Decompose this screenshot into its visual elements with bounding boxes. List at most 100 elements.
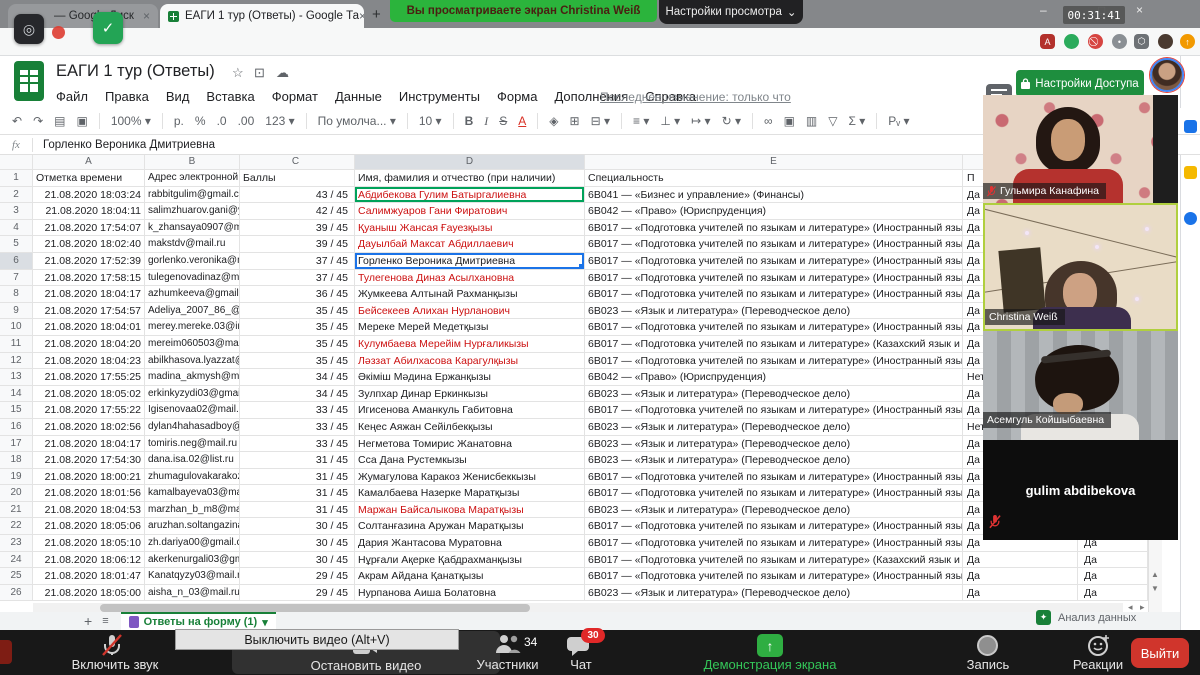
tasks-icon[interactable] <box>1184 212 1197 225</box>
cell-email[interactable]: akerkenurgali03@gmail.c <box>145 552 240 569</box>
cell-specialty[interactable]: 6B017 — «Подготовка учителей по языкам и… <box>585 336 963 353</box>
cell-name[interactable]: Зулпхар Динар Еркинкызы <box>355 386 585 403</box>
cell-timestamp[interactable]: 21.08.2020 18:02:56 <box>33 419 145 436</box>
cell-score[interactable]: 37 / 45 <box>240 270 355 287</box>
row-number[interactable]: 8 <box>0 286 33 303</box>
merge-cells-icon[interactable]: ⊟ ▾ <box>591 114 610 128</box>
scroll-down-icon[interactable]: ▼ <box>1151 584 1159 593</box>
cell-specialty[interactable]: 6B017 — «Подготовка учителей по языкам и… <box>585 485 963 502</box>
cell-name[interactable]: Кеңес Аяжан Сейілбекқызы <box>355 419 585 436</box>
row-number[interactable]: 19 <box>0 469 33 486</box>
cell-passed[interactable]: Да <box>963 552 1078 569</box>
row-number[interactable]: 18 <box>0 452 33 469</box>
cell-email[interactable]: madina_akmysh@mail.ru <box>145 369 240 386</box>
cell-timestamp[interactable]: 21.08.2020 18:04:53 <box>33 502 145 519</box>
borders-icon[interactable]: ⊞ <box>570 114 580 128</box>
menu-format[interactable]: Формат <box>272 89 318 104</box>
cell-name[interactable]: Дауылбай Максат Абдиллаевич <box>355 236 585 253</box>
row-number[interactable]: 16 <box>0 419 33 436</box>
cell-score[interactable]: 35 / 45 <box>240 336 355 353</box>
cell-name[interactable]: Қуаныш Жансая Ғауезқызы <box>355 220 585 237</box>
video-tile-gulmira[interactable]: Гульмира Канафина <box>983 95 1178 203</box>
shield-check-icon[interactable]: ✓ <box>93 12 123 44</box>
cell-email[interactable]: Kanatqyzy03@mail.ru <box>145 568 240 585</box>
tab-spreadsheet-active[interactable]: ЕАГИ 1 тур (Ответы) - Google Та × <box>160 4 364 28</box>
participants-button[interactable]: Участники <box>455 657 560 672</box>
cell-score[interactable]: 31 / 45 <box>240 469 355 486</box>
scrollbar-thumb[interactable] <box>100 604 530 612</box>
cell-specialty[interactable]: 6B017 — «Подготовка учителей по языкам и… <box>585 552 963 569</box>
record-icon[interactable] <box>977 635 998 656</box>
cell-timestamp[interactable]: 21.08.2020 18:05:02 <box>33 386 145 403</box>
cell-specialty[interactable]: 6B023 — «Язык и литература» (Переводческ… <box>585 386 963 403</box>
cell-specialty[interactable]: 6B017 — «Подготовка учителей по языкам и… <box>585 568 963 585</box>
corner-cell[interactable] <box>0 155 33 170</box>
column-header-A[interactable]: A <box>33 155 145 170</box>
cell-timestamp[interactable]: 21.08.2020 17:54:30 <box>33 452 145 469</box>
row-number[interactable]: 26 <box>0 585 33 602</box>
cell-name[interactable]: Акрам Айдана Қанатқызы <box>355 568 585 585</box>
cell-score[interactable]: 39 / 45 <box>240 220 355 237</box>
cell-name[interactable]: Кулумбаева Мерейім Нурғаликызы <box>355 336 585 353</box>
row-number[interactable]: 21 <box>0 502 33 519</box>
cell-name[interactable]: Камалбаева Назерке Маратқызы <box>355 485 585 502</box>
keep-icon[interactable] <box>1184 166 1197 179</box>
scroll-up-icon[interactable]: ▲ <box>1151 570 1159 579</box>
pin-extension-icon[interactable]: • <box>1112 34 1127 49</box>
cell-score[interactable]: 33 / 45 <box>240 402 355 419</box>
cell-timestamp[interactable]: 21.08.2020 18:06:12 <box>33 552 145 569</box>
cell-email[interactable]: gorlenko.veronika@mail.r <box>145 253 240 270</box>
cell-email[interactable]: Adeliya_2007_86_@mail. <box>145 303 240 320</box>
currency-icon[interactable]: р. <box>174 114 184 128</box>
cell-specialty[interactable]: 6B042 — «Право» (Юриспруденция) <box>585 369 963 386</box>
menu-view[interactable]: Вид <box>166 89 190 104</box>
pdf-extension-icon[interactable]: A <box>1040 34 1055 49</box>
video-tile-christina-active[interactable]: Christina Weiß <box>983 203 1178 331</box>
cell-name[interactable]: Әкіміш Мәдина Ержанқызы <box>355 369 585 386</box>
cell-score[interactable]: Баллы <box>240 170 355 187</box>
share-access-button[interactable]: Настройки Доступа <box>1016 70 1144 97</box>
v-align-icon[interactable]: ⊥ ▾ <box>660 114 680 128</box>
cell-timestamp[interactable]: 21.08.2020 18:05:00 <box>33 585 145 602</box>
cell-specialty[interactable]: 6B023 — «Язык и литература» (Переводческ… <box>585 585 963 602</box>
row-number[interactable]: 7 <box>0 270 33 287</box>
fill-color-icon[interactable]: ◈ <box>549 114 558 128</box>
cell-name[interactable]: Жумкеева Алтынай Рахманқызы <box>355 286 585 303</box>
last-edit-link[interactable]: Последнее изменение: только что <box>600 90 791 104</box>
font-size-select[interactable]: 10 ▾ <box>419 114 442 128</box>
cell-score[interactable]: 33 / 45 <box>240 436 355 453</box>
cell-score[interactable]: 31 / 45 <box>240 485 355 502</box>
cell-score[interactable]: 31 / 45 <box>240 502 355 519</box>
cell-timestamp[interactable]: 21.08.2020 18:04:17 <box>33 286 145 303</box>
cell-name[interactable]: Салимжуаров Гани Фиратович <box>355 203 585 220</box>
reactions-button[interactable]: Реакции <box>1053 657 1143 672</box>
insert-link-icon[interactable]: ∞ <box>764 114 773 128</box>
cell-email[interactable]: dylan4hahasadboy@gma <box>145 419 240 436</box>
cell-email[interactable]: azhumkeeva@gmail.com <box>145 286 240 303</box>
add-sheet-button[interactable]: + <box>84 613 92 629</box>
menu-form[interactable]: Форма <box>497 89 538 104</box>
leave-meeting-button[interactable]: Выйти <box>1131 638 1189 668</box>
column-header-E[interactable]: E <box>585 155 963 170</box>
row-number[interactable]: 4 <box>0 220 33 237</box>
filter-icon[interactable]: ▽ <box>828 114 837 128</box>
document-title[interactable]: ЕАГИ 1 тур (Ответы) <box>56 62 215 81</box>
menu-data[interactable]: Данные <box>335 89 382 104</box>
cell-score[interactable]: 33 / 45 <box>240 419 355 436</box>
cell-name[interactable]: Горленко Вероника Дмитриевна <box>355 253 585 270</box>
cell-timestamp[interactable]: 21.08.2020 18:01:56 <box>33 485 145 502</box>
cell-score[interactable]: 31 / 45 <box>240 452 355 469</box>
cell-score[interactable]: 39 / 45 <box>240 236 355 253</box>
cell-specialty[interactable]: 6B017 — «Подготовка учителей по языкам и… <box>585 518 963 535</box>
cell-extra[interactable]: Да <box>1078 552 1148 569</box>
cell-specialty[interactable]: 6B041 — «Бизнес и управление» (Финансы) <box>585 187 963 204</box>
row-number[interactable]: 17 <box>0 436 33 453</box>
cell-timestamp[interactable]: 21.08.2020 18:04:17 <box>33 436 145 453</box>
row-number[interactable]: 23 <box>0 535 33 552</box>
row-number[interactable]: 6 <box>0 253 33 270</box>
column-header-D[interactable]: D <box>355 155 585 170</box>
screen-share-button[interactable]: Демонстрация экрана <box>690 657 850 672</box>
row-number[interactable]: 24 <box>0 552 33 569</box>
cell-score[interactable]: 30 / 45 <box>240 552 355 569</box>
cell-timestamp[interactable]: 21.08.2020 18:05:10 <box>33 535 145 552</box>
